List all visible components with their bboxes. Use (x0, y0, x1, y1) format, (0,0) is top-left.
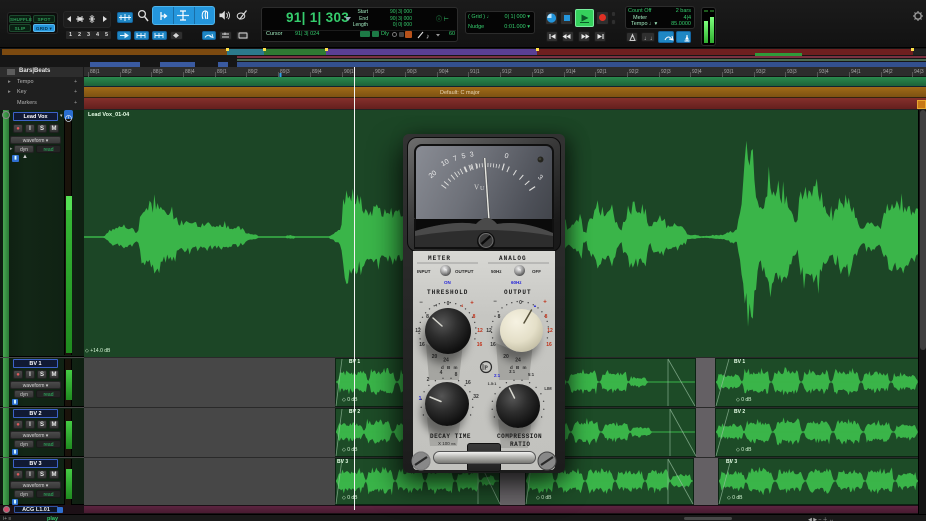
svg-text:♪: ♪ (426, 34, 430, 40)
svg-text:♩♩: ♩♩ (644, 36, 656, 42)
